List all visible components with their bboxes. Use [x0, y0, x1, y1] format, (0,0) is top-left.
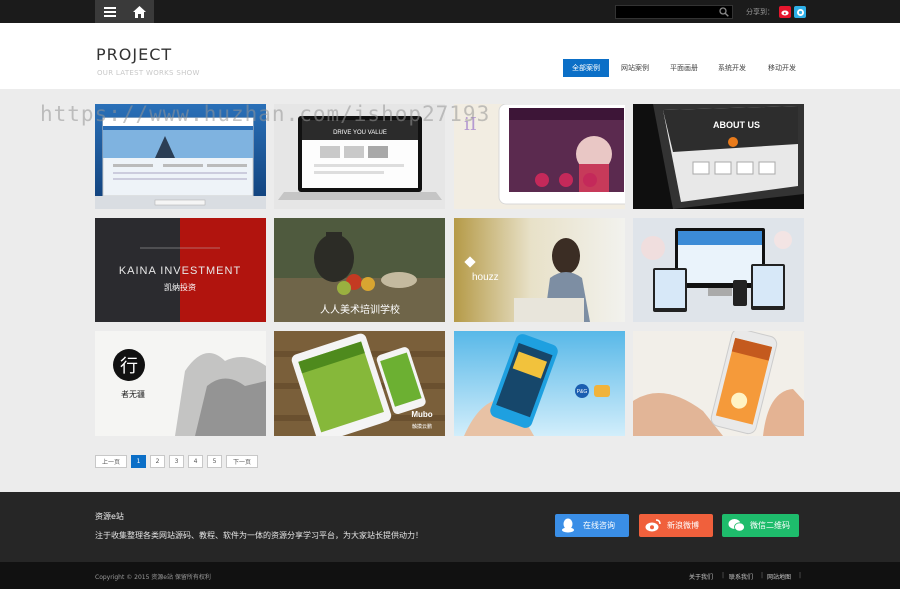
tile-image — [95, 104, 266, 209]
wechat-qr-label: 微信二维码 — [750, 521, 790, 530]
tile-image — [633, 331, 804, 436]
tile-image: ABOUT US — [633, 104, 804, 209]
tile-image: 行 者无疆 — [95, 331, 266, 436]
about-us-link[interactable]: 关于我们 — [689, 572, 713, 581]
tile-sublabel: 者无疆 — [121, 390, 145, 399]
tile-image: DRIVE YOU VALUE — [274, 104, 445, 209]
footer: 资源e站 注于收集整理各类网站源码、教程、软件为一体的资源分享学习平台，为大家站… — [0, 492, 900, 562]
gallery-item[interactable] — [95, 104, 266, 209]
menu-button[interactable] — [95, 0, 125, 23]
gallery-item[interactable]: iI — [454, 104, 625, 209]
tile-label: KAINA INVESTMENT — [119, 265, 241, 277]
tile-label: ABOUT US — [713, 120, 760, 130]
tile-label: 人人美术培训学校 — [320, 303, 400, 316]
qzone-icon[interactable] — [794, 6, 806, 18]
weibo-icon[interactable] — [779, 6, 791, 18]
page-subtitle: OUR LATEST WORKS SHOW — [97, 69, 200, 77]
gallery-item[interactable] — [633, 218, 804, 323]
prev-page-button[interactable]: 上一页 — [95, 455, 127, 468]
gallery-item[interactable]: Mubo 触摸云鹏 — [274, 331, 445, 436]
tile-sublabel: 触摸云鹏 — [412, 423, 432, 430]
page-2-button[interactable]: 2 — [150, 455, 165, 468]
sina-weibo-button[interactable]: 新浪微博 — [639, 514, 713, 537]
search-input[interactable] — [616, 6, 716, 18]
tile-label: houzz — [472, 272, 499, 283]
home-icon — [132, 5, 146, 18]
sina-weibo-label: 新浪微博 — [667, 521, 699, 530]
bottom-bar: Copyright © 2015 资源e站 保留所有权利 关于我们 | 联系我们… — [0, 562, 900, 589]
nav-system-dev[interactable]: 系统开发 — [711, 59, 753, 77]
separator: | — [761, 572, 764, 579]
gallery-item[interactable]: houzz — [454, 218, 625, 323]
tile-image — [633, 218, 804, 322]
page-1-button[interactable]: 1 — [131, 455, 146, 468]
wechat-icon — [728, 519, 745, 532]
gallery-item[interactable]: ABOUT US — [633, 104, 804, 209]
share-label: 分享到： — [746, 8, 774, 16]
wechat-qr-button[interactable]: 微信二维码 — [722, 514, 799, 537]
sitemap-link[interactable]: 网站地图 — [767, 572, 791, 581]
footer-title: 资源e站 — [95, 512, 124, 521]
qq-icon — [562, 518, 574, 533]
nav-print-brochures[interactable]: 平面画册 — [663, 59, 705, 77]
top-bar: 分享到： — [0, 0, 900, 23]
menu-icon — [104, 6, 116, 17]
copyright: Copyright © 2015 资源e站 保留所有权利 — [95, 574, 211, 581]
next-page-button[interactable]: 下一页 — [226, 455, 258, 468]
separator: | — [799, 572, 802, 579]
page-3-button[interactable]: 3 — [169, 455, 184, 468]
gallery-item[interactable]: 人人美术培训学校 — [274, 218, 445, 323]
tile-label: Mubo — [411, 410, 432, 419]
tile-image: Mubo 触摸云鹏 — [274, 331, 445, 436]
page-title: PROJECT — [96, 45, 173, 64]
tile-sublabel: 凯纳投资 — [164, 282, 196, 292]
tile-image: houzz — [454, 218, 625, 322]
online-consult-button[interactable]: 在线咨询 — [555, 514, 629, 537]
separator: | — [722, 572, 725, 579]
gallery-item[interactable]: KAINA INVESTMENT 凯纳投资 — [95, 218, 266, 323]
home-button[interactable] — [124, 0, 154, 23]
weibo-icon — [645, 519, 661, 532]
tile-label: DRIVE YOU VALUE — [333, 130, 387, 136]
contact-us-link[interactable]: 联系我们 — [729, 572, 753, 581]
gallery-item[interactable]: 行 者无疆 — [95, 331, 266, 436]
search-box[interactable] — [615, 5, 733, 19]
tile-image: P&G — [454, 331, 625, 436]
tile-image: iI — [454, 104, 625, 209]
search-icon[interactable] — [719, 7, 729, 17]
page-5-button[interactable]: 5 — [207, 455, 222, 468]
tile-label: P&G — [577, 389, 588, 395]
tile-label: 行 — [120, 356, 138, 377]
tile-image: KAINA INVESTMENT 凯纳投资 — [95, 218, 266, 322]
svg-text:iI: iI — [464, 114, 477, 135]
gallery-item[interactable]: DRIVE YOU VALUE — [274, 104, 445, 209]
page-4-button[interactable]: 4 — [188, 455, 203, 468]
footer-description: 注于收集整理各类网站源码、教程、软件为一体的资源分享学习平台，为大家站长提供动力… — [95, 531, 423, 540]
online-consult-label: 在线咨询 — [583, 521, 615, 530]
gallery-item[interactable]: P&G — [454, 331, 625, 436]
tile-image: 人人美术培训学校 — [274, 218, 445, 322]
header: PROJECT OUR LATEST WORKS SHOW 全部案例 网站案例 … — [0, 23, 900, 89]
nav-all-cases[interactable]: 全部案例 — [563, 59, 609, 77]
nav-mobile-dev[interactable]: 移动开发 — [760, 59, 804, 77]
gallery-item[interactable] — [633, 331, 804, 436]
nav-website-cases[interactable]: 网站案例 — [613, 59, 657, 77]
